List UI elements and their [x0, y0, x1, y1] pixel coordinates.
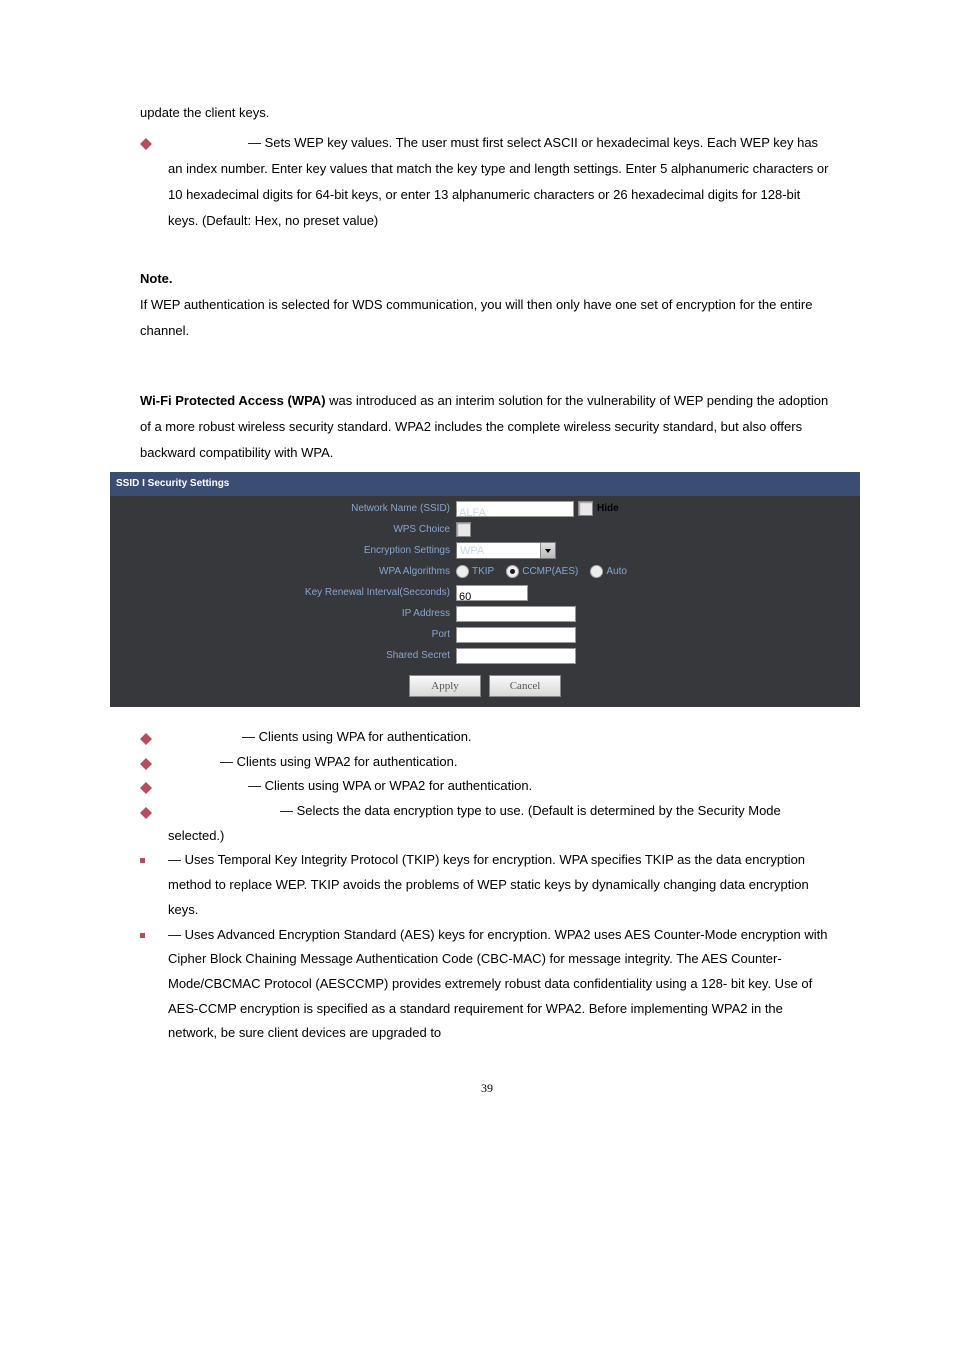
encryption-type-bullet: — Selects the data encryption type to us…: [168, 799, 834, 848]
shared-secret-input[interactable]: [456, 648, 576, 664]
ip-address-input[interactable]: [456, 606, 576, 622]
port-input[interactable]: [456, 627, 576, 643]
tkip-label: TKIP: [472, 562, 494, 582]
intro-text: update the client keys.: [140, 100, 834, 126]
network-name-input[interactable]: ALFA: [456, 501, 574, 517]
wpa-heading: Wi-Fi Protected Access (WPA): [140, 393, 326, 408]
bullet-icon: [140, 727, 152, 739]
wep-keys-text: — Sets WEP key values. The user must fir…: [168, 135, 828, 228]
note-text: If WEP authentication is selected for WD…: [140, 292, 834, 344]
subbullet-icon: [140, 858, 145, 863]
key-renewal-label: Key Renewal Interval(Secconds): [110, 583, 456, 603]
wpa-bullet: — Clients using WPA for authentication.: [168, 725, 472, 750]
apply-button[interactable]: Apply: [409, 675, 481, 697]
aes-desc: — Uses Advanced Encryption Standard (AES…: [168, 923, 834, 1046]
shared-secret-label: Shared Secret: [110, 646, 456, 666]
auto-radio[interactable]: [590, 565, 603, 578]
tkip-desc: — Uses Temporal Key Integrity Protocol (…: [168, 848, 834, 922]
key-renewal-input[interactable]: 60: [456, 585, 528, 601]
bullet-icon: [140, 132, 152, 144]
wpa-wpa2-bullet: — Clients using WPA or WPA2 for authenti…: [168, 774, 532, 799]
hide-checkbox[interactable]: [578, 501, 593, 516]
note-label: Note: [140, 271, 169, 286]
bullet-icon: [140, 801, 152, 813]
network-name-label: Network Name (SSID): [110, 499, 456, 519]
security-settings-panel: SSID I Security Settings Network Name (S…: [110, 472, 860, 707]
subbullet-icon: [140, 933, 145, 938]
wpa2-bullet: — Clients using WPA2 for authentication.: [168, 750, 458, 775]
hide-label: Hide: [597, 499, 619, 519]
wps-choice-checkbox[interactable]: [456, 522, 471, 537]
auto-label: Auto: [606, 562, 627, 582]
ccmp-radio[interactable]: [506, 565, 519, 578]
wpa-algorithms-label: WPA Algorithms: [110, 562, 456, 582]
note-period: .: [169, 271, 173, 286]
ip-address-label: IP Address: [110, 604, 456, 624]
bullet-icon: [140, 776, 152, 788]
page-number: 39: [140, 1046, 834, 1100]
cancel-button[interactable]: Cancel: [489, 675, 561, 697]
dropdown-arrow-icon: [540, 543, 555, 558]
encryption-select[interactable]: WPA: [456, 542, 556, 559]
tkip-radio[interactable]: [456, 565, 469, 578]
wps-choice-label: WPS Choice: [110, 520, 456, 540]
panel-title: SSID I Security Settings: [110, 472, 860, 496]
port-label: Port: [110, 625, 456, 645]
bullet-icon: [140, 752, 152, 764]
encryption-label: Encryption Settings: [110, 541, 456, 561]
encryption-select-value: WPA: [460, 540, 484, 562]
ccmp-label: CCMP(AES): [522, 562, 578, 582]
